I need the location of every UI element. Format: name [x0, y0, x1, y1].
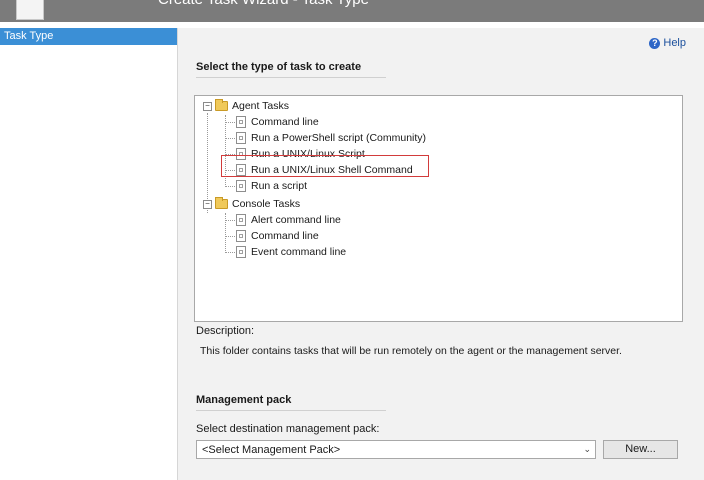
sidebar-item-task-type[interactable]: Task Type — [0, 28, 177, 45]
management-pack-select[interactable]: <Select Management Pack> ⌄ — [196, 440, 596, 459]
collapse-icon[interactable]: − — [203, 199, 212, 209]
description-text: This folder contains tasks that will be … — [200, 345, 622, 357]
task-icon — [236, 116, 246, 128]
tree-connector — [225, 236, 235, 237]
tree-connector — [225, 220, 235, 221]
tree-node-alert-command-line[interactable]: Alert command line — [236, 213, 341, 227]
title-bar: Create Task Wizard - Task Type — [0, 0, 704, 22]
tree-node-run-powershell-script[interactable]: Run a PowerShell script (Community) — [236, 131, 426, 145]
folder-icon — [215, 99, 228, 111]
main-panel: ? Help Select the type of task to create… — [178, 28, 704, 480]
task-section-title: Select the type of task to create — [196, 61, 362, 73]
tree-node-label: Event command line — [251, 246, 347, 258]
tree-node-label: Agent Tasks — [232, 100, 290, 112]
tree-node-label: Run a script — [251, 180, 308, 192]
tree-node-label: Command line — [251, 230, 319, 242]
section-divider — [196, 410, 386, 411]
task-icon — [236, 230, 246, 242]
tree-node-agent-tasks[interactable]: − Agent Tasks — [203, 99, 289, 113]
tree-node-agent-command-line[interactable]: Command line — [236, 115, 319, 129]
tree-node-label: Alert command line — [251, 214, 341, 226]
management-pack-select-value: <Select Management Pack> — [202, 443, 341, 456]
tree-node-run-a-script[interactable]: Run a script — [236, 179, 307, 193]
tree-connector — [225, 186, 235, 187]
tree-connector — [225, 122, 235, 123]
tree-node-label: Run a PowerShell script (Community) — [251, 132, 427, 144]
help-label: Help — [663, 37, 686, 49]
tree-node-event-command-line[interactable]: Event command line — [236, 245, 346, 259]
window-title: Create Task Wizard - Task Type — [158, 0, 369, 8]
chevron-down-icon[interactable]: ⌄ — [583, 444, 591, 455]
app-icon — [16, 0, 44, 20]
help-link[interactable]: ? Help — [649, 37, 686, 49]
tree-node-label: Console Tasks — [232, 198, 301, 210]
section-divider — [196, 77, 386, 78]
tree-node-console-command-line[interactable]: Command line — [236, 229, 319, 243]
task-icon — [236, 180, 246, 192]
highlight-annotation-box — [221, 155, 429, 177]
description-label: Description: — [196, 325, 255, 337]
tree-connector — [225, 252, 235, 253]
sidebar: Task Type — [0, 28, 178, 480]
tree-node-label: Command line — [251, 116, 319, 128]
new-management-pack-button[interactable]: New... — [603, 440, 678, 459]
task-type-tree[interactable]: − Agent Tasks Command line Run a PowerSh… — [194, 95, 683, 322]
task-icon — [236, 132, 246, 144]
folder-icon — [215, 197, 228, 209]
task-icon — [236, 246, 246, 258]
help-icon: ? — [649, 37, 661, 49]
tree-connector — [225, 213, 226, 253]
task-icon — [236, 214, 246, 226]
management-pack-title: Management pack — [196, 394, 292, 406]
management-pack-field-label: Select destination management pack: — [196, 423, 380, 435]
collapse-icon[interactable]: − — [203, 101, 212, 111]
tree-node-console-tasks[interactable]: − Console Tasks — [203, 197, 300, 211]
tree-connector — [225, 138, 235, 139]
